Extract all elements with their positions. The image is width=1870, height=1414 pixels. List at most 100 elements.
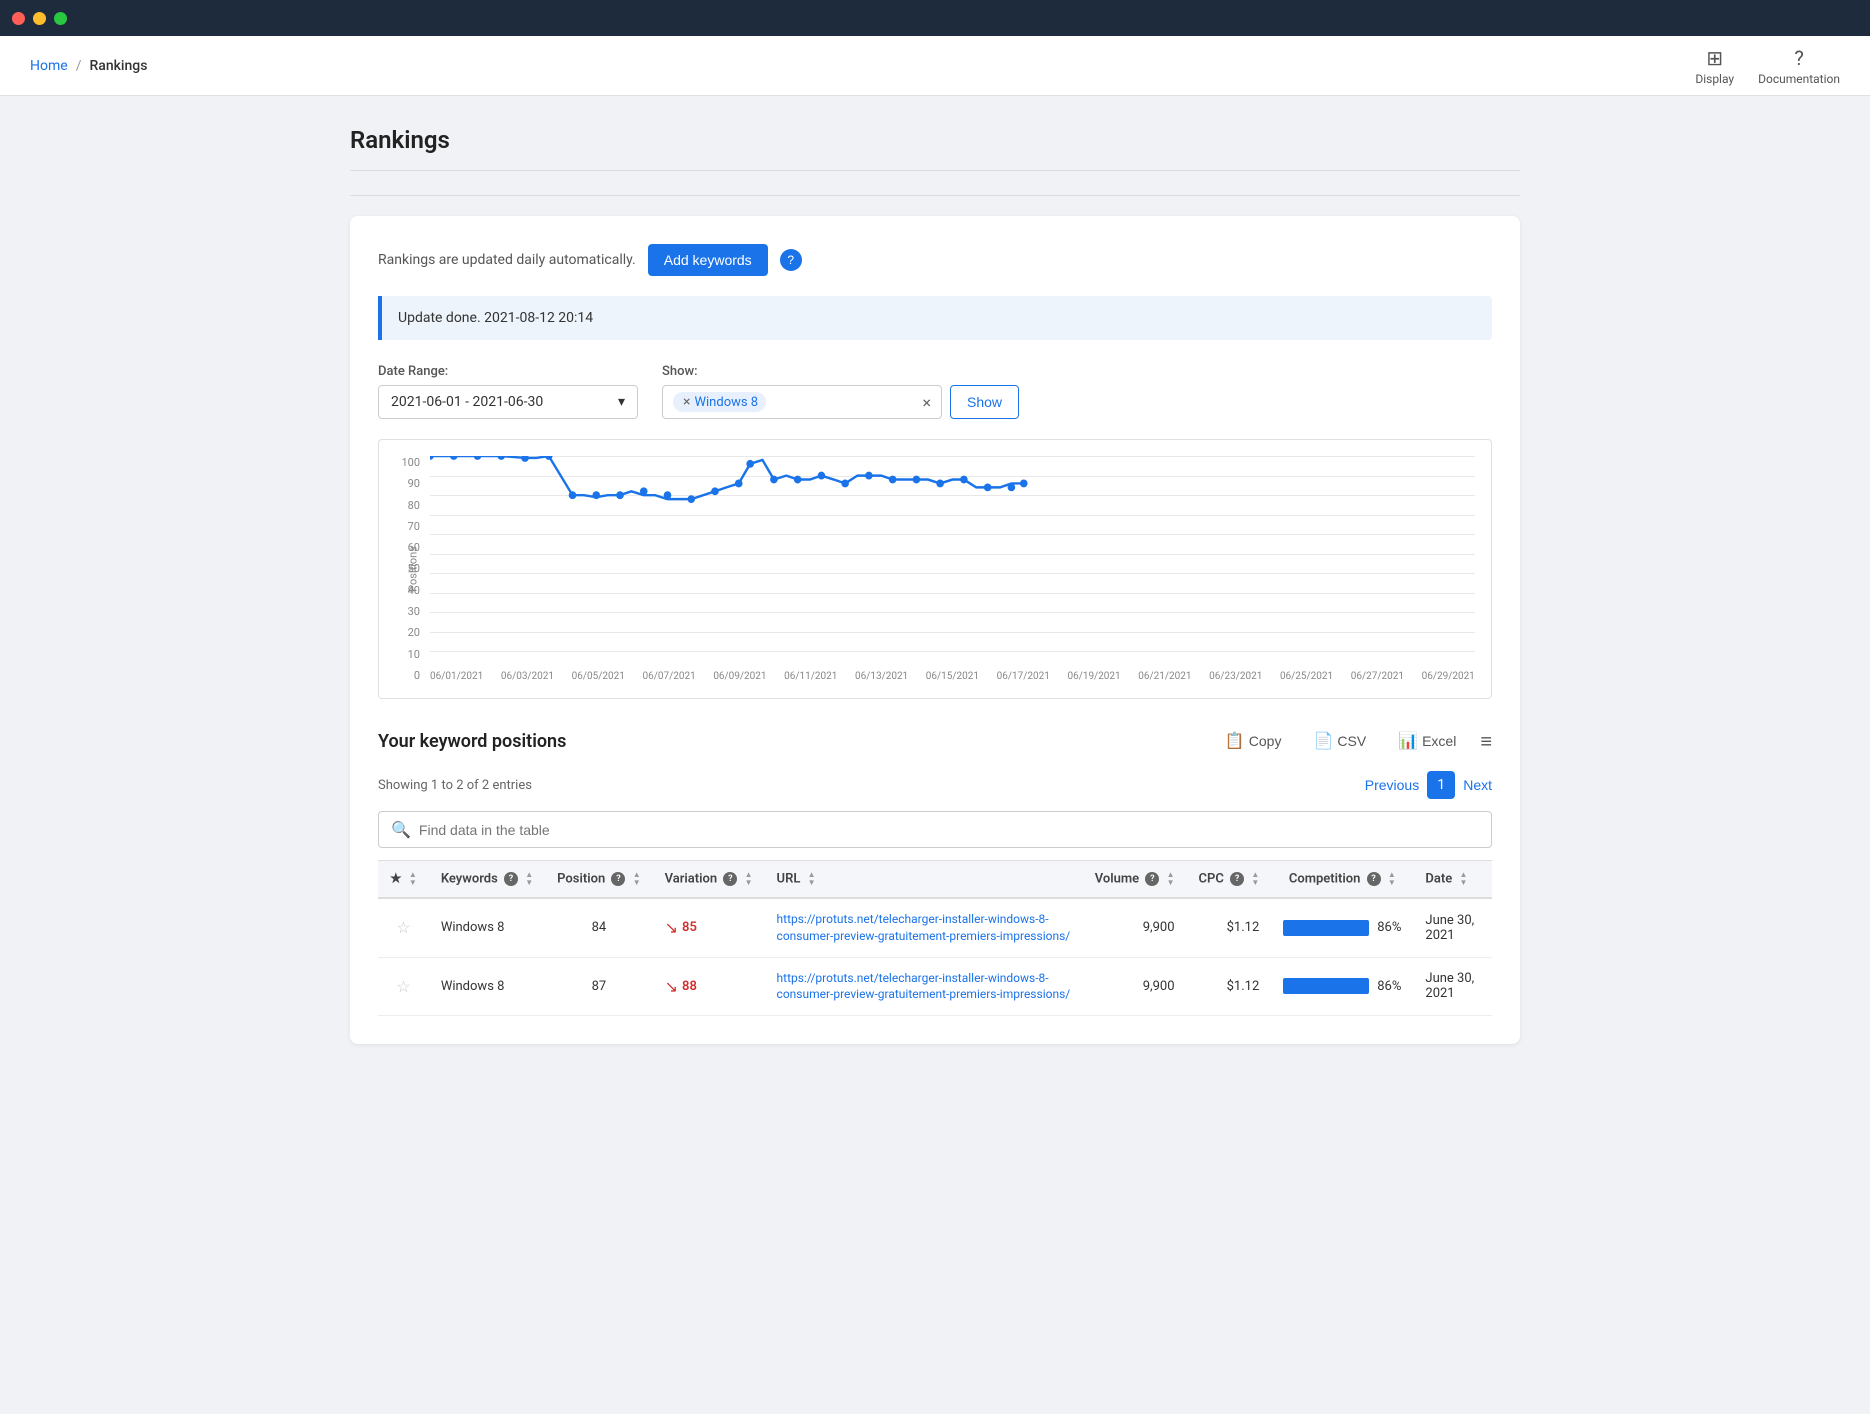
main-card: Rankings are updated daily automatically… <box>350 216 1520 1044</box>
cpc-sort-icons: ▲▼ <box>1251 871 1259 887</box>
cell-variation-2: ↘ 88 <box>653 957 765 1016</box>
pagination-prev[interactable]: Previous <box>1365 777 1419 793</box>
show-label: Show: <box>662 364 1019 379</box>
update-notice: Update done. 2021-08-12 20:14 <box>378 296 1492 340</box>
col-fav[interactable]: ★ ▲▼ <box>378 861 429 899</box>
chart-x-labels: 06/01/2021 06/03/2021 06/05/2021 06/07/2… <box>430 671 1475 682</box>
pagination-next[interactable]: Next <box>1463 777 1492 793</box>
position-help-icon: ? <box>611 872 625 886</box>
table-section: Your keyword positions 📋 Copy 📄 CSV 📊 Ex… <box>378 727 1492 1016</box>
date-range-filter: Date Range: 2021-06-01 - 2021-06-30 ▾ <box>378 364 638 419</box>
variation-sort-icons: ▲▼ <box>745 871 753 887</box>
top-nav: Home / Rankings ⊞ Display ? Documentatio… <box>0 36 1870 96</box>
col-date[interactable]: Date ▲▼ <box>1413 861 1492 899</box>
main-content: Rankings Rankings are updated daily auto… <box>310 96 1560 1074</box>
csv-icon: 📄 <box>1313 731 1333 751</box>
pagination-page-1[interactable]: 1 <box>1427 771 1455 799</box>
excel-label: Excel <box>1422 733 1456 749</box>
excel-button[interactable]: 📊 Excel <box>1390 727 1464 755</box>
title-bar <box>0 0 1870 36</box>
copy-label: Copy <box>1249 733 1282 749</box>
cpc-help-icon: ? <box>1230 872 1244 886</box>
cell-cpc-2: $1.12 <box>1187 957 1272 1016</box>
cell-fav-1[interactable]: ☆ <box>378 898 429 957</box>
keywords-help-icon: ? <box>504 872 518 886</box>
star-icon-1[interactable]: ☆ <box>396 918 410 937</box>
tag-x-icon[interactable]: × <box>683 394 690 410</box>
filters-row: Date Range: 2021-06-01 - 2021-06-30 ▾ Sh… <box>378 364 1492 419</box>
csv-button[interactable]: 📄 CSV <box>1305 727 1374 755</box>
date-sort-icons: ▲▼ <box>1459 871 1467 887</box>
traffic-light-red[interactable] <box>12 12 25 25</box>
star-icon-2[interactable]: ☆ <box>396 977 410 996</box>
table-body: ☆ Windows 8 84 ↘ 85 https://protuts.net/… <box>378 898 1492 1016</box>
csv-label: CSV <box>1337 733 1366 749</box>
show-tag-value: Windows 8 <box>694 395 758 410</box>
cell-fav-2[interactable]: ☆ <box>378 957 429 1016</box>
search-icon: 🔍 <box>391 820 411 839</box>
page-title: Rankings <box>350 126 1520 171</box>
competition-pct-1: 86% <box>1377 920 1401 935</box>
table-actions: 📋 Copy 📄 CSV 📊 Excel ≡ <box>1217 727 1492 755</box>
help-button[interactable]: ? <box>780 249 802 271</box>
competition-bar-2 <box>1283 978 1369 994</box>
info-text: Rankings are updated daily automatically… <box>378 252 636 268</box>
traffic-light-yellow[interactable] <box>33 12 46 25</box>
nav-action-display[interactable]: ⊞ Display <box>1695 46 1734 86</box>
col-url[interactable]: URL ▲▼ <box>765 861 1083 899</box>
variation-val-1: 85 <box>682 920 697 935</box>
variation-down-2: ↘ 88 <box>665 977 753 996</box>
col-competition[interactable]: Competition ? ▲▼ <box>1271 861 1413 899</box>
cell-url-1[interactable]: https://protuts.net/telecharger-installe… <box>765 898 1083 957</box>
table-header-row: Your keyword positions 📋 Copy 📄 CSV 📊 Ex… <box>378 727 1492 755</box>
fav-sort-icons: ▲▼ <box>409 871 417 887</box>
col-cpc[interactable]: CPC ? ▲▼ <box>1187 861 1272 899</box>
cell-competition-1: 86% <box>1271 898 1413 957</box>
col-variation[interactable]: Variation ? ▲▼ <box>653 861 765 899</box>
cell-date-1: June 30, 2021 <box>1413 898 1492 957</box>
show-filter: Show: × Windows 8 × Show <box>662 364 1019 419</box>
table-menu-icon[interactable]: ≡ <box>1480 729 1492 754</box>
search-input[interactable] <box>419 822 1479 838</box>
cell-url-2[interactable]: https://protuts.net/telecharger-installe… <box>765 957 1083 1016</box>
date-range-select[interactable]: 2021-06-01 - 2021-06-30 ▾ <box>378 385 638 419</box>
show-button[interactable]: Show <box>950 385 1019 419</box>
competition-pct-2: 86% <box>1377 979 1401 994</box>
url-link-1[interactable]: https://protuts.net/telecharger-installe… <box>777 911 1071 945</box>
chevron-down-icon: ▾ <box>618 394 625 410</box>
chart-area: Positions <box>430 456 1475 682</box>
variation-val-2: 88 <box>682 979 697 994</box>
breadcrumb-separator: / <box>76 58 82 74</box>
cell-date-2: June 30, 2021 <box>1413 957 1492 1016</box>
chart-y-label: Positions <box>406 546 419 592</box>
breadcrumb-home[interactable]: Home <box>30 58 68 74</box>
table-search[interactable]: 🔍 <box>378 811 1492 848</box>
pagination: Previous 1 Next <box>1365 771 1492 799</box>
add-keywords-button[interactable]: Add keywords <box>648 244 768 276</box>
url-link-2[interactable]: https://protuts.net/telecharger-installe… <box>777 970 1071 1004</box>
show-input[interactable]: × Windows 8 × <box>662 385 942 419</box>
date-range-label: Date Range: <box>378 364 638 379</box>
nav-action-documentation[interactable]: ? Documentation <box>1758 46 1840 86</box>
copy-button[interactable]: 📋 Copy <box>1217 727 1290 755</box>
traffic-light-green[interactable] <box>54 12 67 25</box>
table-title: Your keyword positions <box>378 731 566 752</box>
competition-bar-container-2: 86% <box>1283 978 1401 994</box>
volume-help-icon: ? <box>1145 872 1159 886</box>
clear-input-icon[interactable]: × <box>922 393 931 412</box>
competition-bar-container-1: 86% <box>1283 920 1401 936</box>
cell-volume-1: 9,900 <box>1083 898 1187 957</box>
col-keywords[interactable]: Keywords ? ▲▼ <box>429 861 545 899</box>
variation-down-1: ↘ 85 <box>665 918 753 937</box>
cell-volume-2: 9,900 <box>1083 957 1187 1016</box>
competition-help-icon: ? <box>1367 872 1381 886</box>
update-notice-text: Update done. 2021-08-12 20:14 <box>398 310 593 326</box>
variation-arrow-2: ↘ <box>665 977 678 996</box>
cell-position-1: 84 <box>545 898 652 957</box>
table-row: ☆ Windows 8 84 ↘ 85 https://protuts.net/… <box>378 898 1492 957</box>
breadcrumb-current: Rankings <box>89 58 147 74</box>
col-position[interactable]: Position ? ▲▼ <box>545 861 652 899</box>
col-volume[interactable]: Volume ? ▲▼ <box>1083 861 1187 899</box>
variation-arrow-1: ↘ <box>665 918 678 937</box>
cell-keyword-1: Windows 8 <box>429 898 545 957</box>
